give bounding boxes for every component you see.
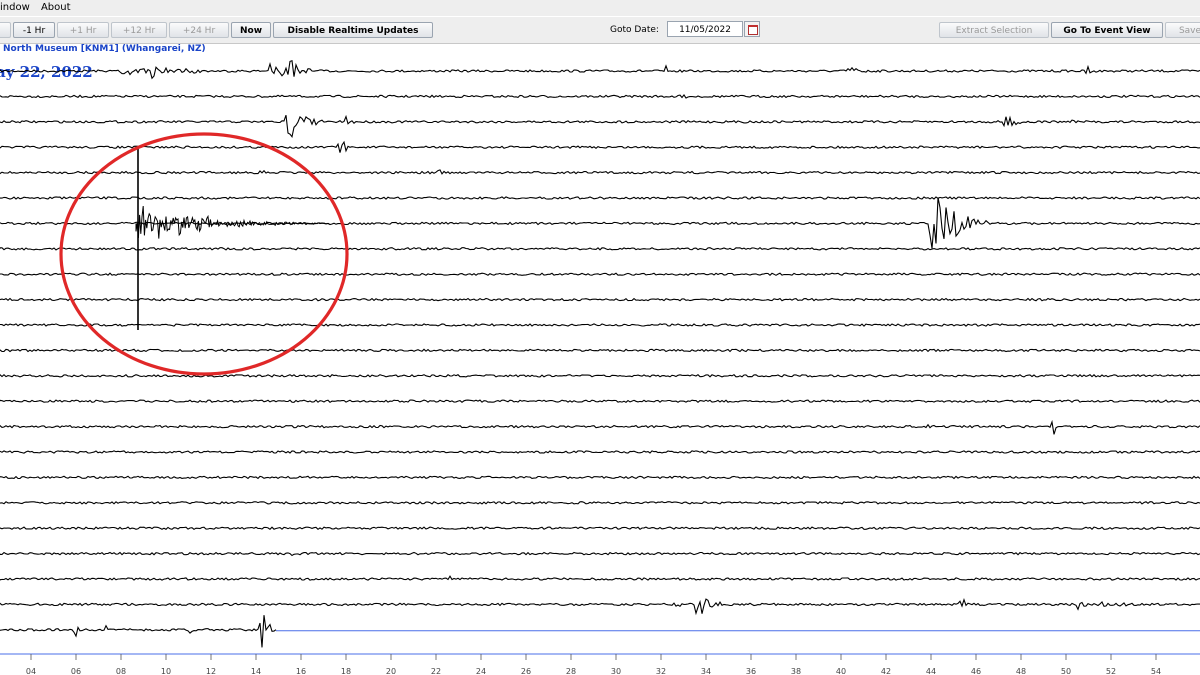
trace-line <box>0 575 1200 581</box>
trace-line <box>0 373 1200 378</box>
time-tick-label: 18 <box>341 667 351 675</box>
trace-line <box>0 597 1200 616</box>
highlight-circle <box>59 132 349 376</box>
trace-line <box>0 93 1200 99</box>
trace-line <box>0 59 1200 80</box>
seismogram-plot[interactable]: 04 06 08 10 12 14 16 18 20 22 24 26 28 30 32 34 36 38 40 42… <box>0 0 1200 675</box>
time-tick-label: 04 <box>26 667 36 675</box>
trace-line <box>0 140 1200 153</box>
trace-line <box>0 551 1200 557</box>
time-tick-label: 28 <box>566 667 576 675</box>
time-tick-label: 12 <box>206 667 216 675</box>
time-tick-label: 50 <box>1061 667 1071 675</box>
time-tick-label: 48 <box>1016 667 1026 675</box>
time-tick-label: 06 <box>71 667 81 675</box>
trace-line <box>0 169 1200 175</box>
trace-line <box>0 526 1200 531</box>
time-tick-label: 36 <box>746 667 756 675</box>
trace-line <box>0 297 1200 302</box>
time-tick-label: 10 <box>161 667 171 675</box>
time-tick-label: 54 <box>1151 667 1161 675</box>
time-tick-label: 30 <box>611 667 621 675</box>
time-tick-label: 14 <box>251 667 261 675</box>
time-tick-label: 46 <box>971 667 981 675</box>
trace-line <box>0 615 277 648</box>
time-tick-label: 20 <box>386 667 396 675</box>
trace-line <box>0 475 1200 480</box>
trace-line <box>0 246 1200 251</box>
time-tick-label: 52 <box>1106 667 1116 675</box>
time-tick-label: 38 <box>791 667 801 675</box>
trace-line <box>0 500 1200 505</box>
trace-line <box>0 348 1200 353</box>
time-tick-label: 42 <box>881 667 891 675</box>
time-tick-label: 08 <box>116 667 126 675</box>
trace-line <box>0 196 1200 200</box>
trace-line <box>0 197 1200 249</box>
time-tick-label: 26 <box>521 667 531 675</box>
trace-line <box>0 450 1200 454</box>
trace-line <box>0 399 1200 404</box>
trace-line <box>0 323 1200 327</box>
time-tick-label: 22 <box>431 667 441 675</box>
earthquake-waveform <box>135 205 330 239</box>
time-tick-label: 34 <box>701 667 711 675</box>
time-tick-label: 40 <box>836 667 846 675</box>
time-tick-label: 44 <box>926 667 936 675</box>
trace-line <box>0 114 1200 138</box>
trace-line <box>0 419 1200 435</box>
time-tick-label: 16 <box>296 667 306 675</box>
trace-line <box>0 272 1200 277</box>
time-tick-label: 24 <box>476 667 486 675</box>
time-tick-label: 32 <box>656 667 666 675</box>
